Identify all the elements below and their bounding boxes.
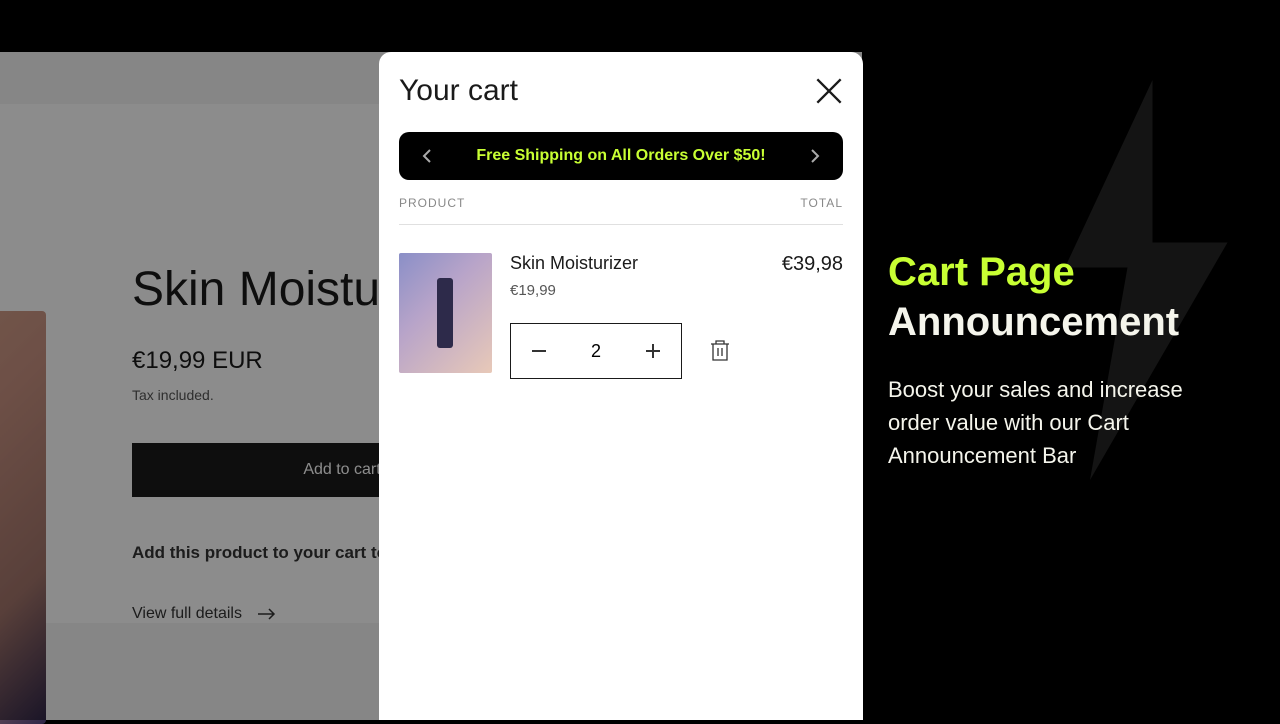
quantity-decrease-button[interactable] [511, 324, 567, 378]
quantity-stepper: 2 [510, 323, 682, 379]
promo-section: Cart Page Announcement Boost your sales … [888, 247, 1228, 472]
cart-item-name[interactable]: Skin Moisturizer [510, 253, 755, 274]
quantity-increase-button[interactable] [625, 324, 681, 378]
cart-item-price: €19,99 [510, 282, 755, 299]
cart-item-image[interactable] [399, 253, 492, 373]
minus-icon [532, 350, 546, 352]
cart-drawer: Your cart Free Shipping on All Orders Ov… [379, 52, 863, 720]
header-total: TOTAL [800, 196, 843, 210]
chevron-left-icon[interactable] [417, 146, 437, 166]
quantity-value: 2 [567, 341, 625, 362]
plus-icon [646, 344, 660, 358]
chevron-right-icon[interactable] [805, 146, 825, 166]
announcement-bar: Free Shipping on All Orders Over $50! [399, 132, 843, 180]
cart-item: Skin Moisturizer €19,99 2 €39,98 [399, 253, 843, 379]
trash-icon[interactable] [710, 340, 730, 362]
cart-title: Your cart [399, 74, 518, 108]
cart-item-total: €39,98 [773, 253, 843, 379]
announcement-text: Free Shipping on All Orders Over $50! [437, 147, 805, 165]
promo-description: Boost your sales and increase order valu… [888, 373, 1228, 472]
promo-title-highlight: Cart Page [888, 247, 1228, 297]
promo-title-rest: Announcement [888, 297, 1228, 347]
cart-table-header: PRODUCT TOTAL [399, 196, 843, 225]
header-product: PRODUCT [399, 196, 465, 210]
close-icon[interactable] [815, 77, 843, 105]
